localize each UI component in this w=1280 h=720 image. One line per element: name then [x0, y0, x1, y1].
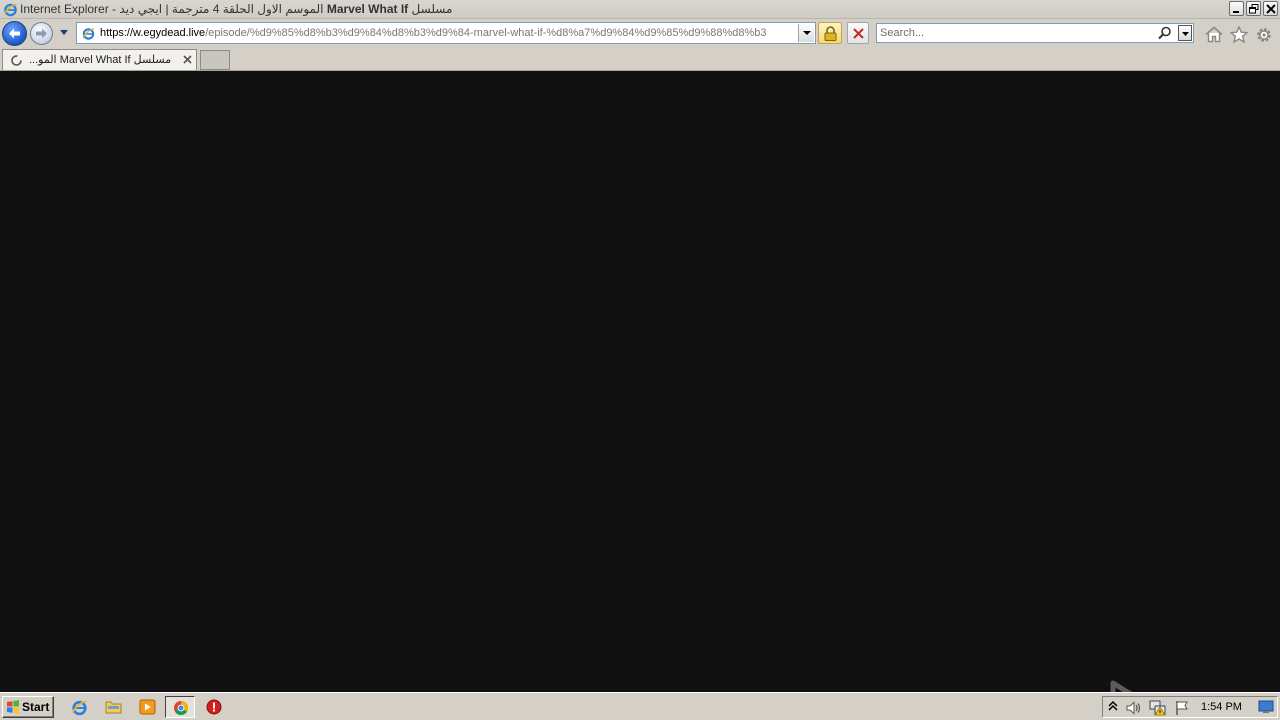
address-url[interactable]: https://w.egydead.live/episode/%d9%85%d8…: [100, 27, 796, 39]
tab-active[interactable]: مسلسل Marvel What If المو...: [2, 49, 197, 70]
navigation-bar: https://w.egydead.live/episode/%d9%85%d8…: [0, 19, 1280, 48]
gear-icon[interactable]: [1255, 26, 1273, 44]
start-button[interactable]: Start: [2, 696, 54, 718]
ie-icon: [3, 3, 17, 17]
media-player-icon: [139, 699, 156, 715]
window-title-bar: مسلسل Marvel What If الموسم الاول الحلقة…: [0, 0, 1280, 19]
show-desktop-icon[interactable]: [1258, 700, 1274, 714]
title-series-name: Marvel What If: [326, 2, 409, 16]
back-arrow-icon: [9, 28, 20, 39]
tab-bar: مسلسل Marvel What If المو...: [0, 48, 1280, 71]
forward-button[interactable]: [30, 22, 53, 45]
start-label: Start: [22, 700, 50, 714]
restore-button[interactable]: [1246, 1, 1261, 16]
taskbar-explorer-button[interactable]: [98, 696, 128, 718]
network-icon[interactable]: [1149, 700, 1167, 716]
address-path: /episode/%d9%85%d8%b3%d9%84%d8%b3%d9%84-…: [205, 27, 767, 39]
address-dropdown-button[interactable]: [798, 24, 814, 42]
stop-button[interactable]: [847, 22, 869, 44]
search-input[interactable]: [880, 25, 1152, 41]
close-icon[interactable]: [183, 55, 192, 64]
page-content[interactable]: ANY RUN: [0, 71, 1280, 720]
ie-icon: [71, 700, 87, 716]
lock-icon: [824, 26, 837, 41]
title-arabic-suffix: الموسم الاول الحلقة 4 مترجمة | ايجي ديد: [119, 2, 324, 16]
windows-logo-icon: [7, 700, 19, 714]
address-host: https://w.egydead.live: [100, 27, 206, 39]
restore-icon: [1249, 4, 1259, 14]
back-button[interactable]: [2, 21, 27, 46]
chrome-icon: [174, 701, 188, 715]
home-icon[interactable]: [1205, 26, 1223, 43]
volume-icon[interactable]: [1125, 700, 1143, 716]
search-box[interactable]: [876, 23, 1194, 43]
window-title: مسلسل Marvel What If الموسم الاول الحلقة…: [20, 2, 452, 16]
desktop-screen: مسلسل Marvel What If الموسم الاول الحلقة…: [0, 0, 1280, 720]
stop-sign-icon: [206, 699, 222, 715]
tab-title: مسلسل Marvel What If المو...: [29, 54, 172, 66]
favorites-star-icon[interactable]: [1230, 26, 1248, 43]
title-app-name: - Internet Explorer: [20, 2, 120, 16]
search-icon[interactable]: [1158, 26, 1172, 40]
taskbar-chrome-button[interactable]: [165, 696, 195, 718]
system-clock[interactable]: 1:54 PM: [1201, 701, 1242, 713]
system-tray: 1:54 PM: [1102, 696, 1278, 718]
taskbar-stop-app-button[interactable]: [199, 696, 229, 718]
taskbar: Start 1:54 PM: [0, 692, 1280, 720]
chevron-down-icon: [803, 31, 811, 35]
security-report-button[interactable]: [818, 22, 842, 44]
search-provider-dropdown[interactable]: [1178, 25, 1192, 41]
folder-icon: [105, 701, 122, 714]
title-arabic-prefix: مسلسل: [411, 2, 453, 16]
forward-arrow-icon: [36, 28, 47, 39]
show-hidden-icons-icon[interactable]: [1108, 700, 1118, 714]
close-window-button[interactable]: [1263, 1, 1278, 16]
minimize-icon: [1233, 11, 1239, 13]
taskbar-media-player-button[interactable]: [132, 696, 162, 718]
address-bar[interactable]: https://w.egydead.live/episode/%d9%85%d8…: [76, 22, 816, 44]
taskbar-ie-button[interactable]: [64, 696, 94, 718]
page-ie-icon: [82, 28, 95, 40]
window-controls: [1229, 1, 1278, 16]
close-icon: [1266, 4, 1276, 14]
new-tab-button[interactable]: [200, 50, 230, 70]
recent-pages-dropdown-icon[interactable]: [59, 29, 69, 37]
loading-spinner-icon: [11, 55, 22, 66]
chevron-down-icon: [1182, 32, 1189, 36]
flag-icon[interactable]: [1174, 700, 1190, 716]
stop-icon: [853, 28, 864, 39]
minimize-button[interactable]: [1229, 1, 1244, 16]
